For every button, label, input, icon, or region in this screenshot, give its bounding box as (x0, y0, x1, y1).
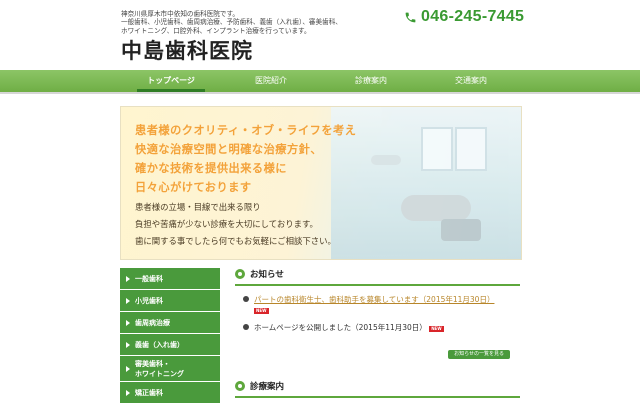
main-content: お知らせ パートの歯科衛生士、歯科助手を募集しています（2015年11月30日）… (235, 268, 520, 398)
services-section: 診療案内 (235, 380, 520, 398)
hero-banner: 患者様のクオリティ・オブ・ライフを考え 快適な治療空間と明確な治療方針、 確かな… (120, 106, 522, 260)
sidebar-item-label: 審美歯科・ ホワイトニング (135, 359, 184, 378)
news-title: お知らせ (250, 270, 284, 280)
sidebar-item-label: 歯周病治療 (135, 318, 170, 327)
phone-number: 046-245-7445 (421, 8, 525, 25)
sidebar-item-orthodontic[interactable]: 矯正歯科 (120, 382, 220, 404)
section-divider (235, 284, 520, 286)
global-nav: トップページ 医院紹介 診療案内 交通案内 (0, 70, 640, 94)
news-item: パートの歯科衛生士、歯科助手を募集しています（2015年11月30日） NEW (243, 294, 520, 314)
sidebar-item-label: 小児歯科 (135, 296, 163, 305)
sidebar-menu: 一般歯科 小児歯科 歯周病治療 義歯（入れ歯） 審美歯科・ ホワイトニング 矯正… (120, 268, 220, 404)
sidebar-item-pediatric[interactable]: 小児歯科 (120, 290, 220, 312)
news-list: パートの歯科衛生士、歯科助手を募集しています（2015年11月30日） NEW … (235, 294, 520, 333)
clinic-room-image (331, 107, 521, 259)
news-item: ホームページを公開しました（2015年11月30日） NEW (243, 322, 520, 333)
news-link[interactable]: パートの歯科衛生士、歯科助手を募集しています（2015年11月30日） (254, 295, 494, 304)
news-section: お知らせ パートの歯科衛生士、歯科助手を募集しています（2015年11月30日）… (235, 268, 520, 359)
leaf-icon (235, 381, 245, 391)
phone-contact[interactable]: 046-245-7445 (404, 8, 524, 26)
services-title: 診療案内 (250, 382, 285, 392)
news-text: ホームページを公開しました（2015年11月30日） (254, 323, 427, 332)
sidebar-item-label: 一般歯科 (135, 274, 163, 283)
new-badge: NEW (429, 326, 444, 332)
sidebar-item-general[interactable]: 一般歯科 (120, 268, 220, 290)
hero-headline: 患者様のクオリティ・オブ・ライフを考え 快適な治療空間と明確な治療方針、 確かな… (135, 124, 357, 194)
nav-item-top[interactable]: トップページ (121, 70, 221, 92)
nav-item-access[interactable]: 交通案内 (421, 70, 521, 92)
site-description: 神奈川県厚木市中依知の歯科医院です。 一般歯科、小児歯科、歯周病治療、予防歯科、… (121, 10, 342, 35)
phone-icon (405, 12, 416, 22)
nav-item-about[interactable]: 医院紹介 (221, 70, 321, 92)
leaf-icon (235, 269, 245, 279)
hero-body: 患者様の立場・目線で出来る限り 負担や苦痛が少ない診療を大切にしております。 歯… (135, 202, 336, 246)
sidebar-item-denture[interactable]: 義歯（入れ歯） (120, 334, 220, 356)
section-divider (235, 396, 520, 398)
sidebar-item-periodontal[interactable]: 歯周病治療 (120, 312, 220, 334)
news-more-button[interactable]: お知らせの一覧を見る (448, 350, 510, 359)
header: 神奈川県厚木市中依知の歯科医院です。 一般歯科、小児歯科、歯周病治療、予防歯科、… (0, 0, 640, 70)
new-badge: NEW (254, 308, 269, 314)
site-title[interactable]: 中島歯科医院 (121, 35, 253, 65)
sidebar-item-cosmetic[interactable]: 審美歯科・ ホワイトニング (120, 356, 220, 382)
section-heading: お知らせ (235, 268, 520, 280)
sidebar-item-label: 矯正歯科 (135, 388, 163, 397)
nav-item-services[interactable]: 診療案内 (321, 70, 421, 92)
sidebar-item-label: 義歯（入れ歯） (135, 340, 184, 349)
section-heading: 診療案内 (235, 380, 520, 392)
